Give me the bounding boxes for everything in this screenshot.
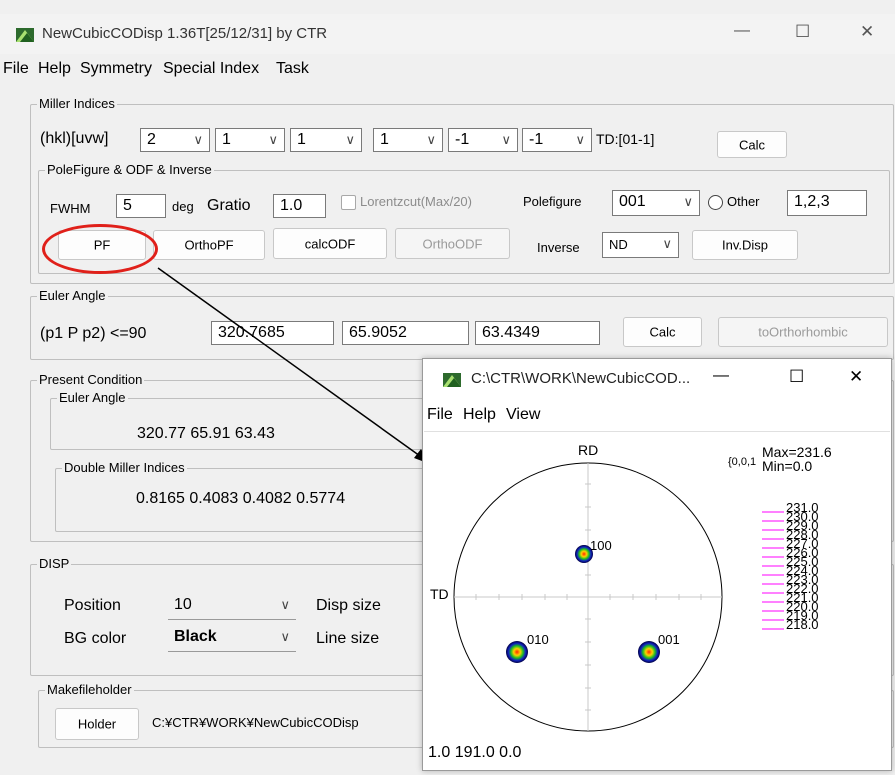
child-close-button[interactable]: ✕ <box>849 367 863 387</box>
min-label: Min=0.0 <box>762 458 813 474</box>
child-menu-view[interactable]: View <box>506 406 540 424</box>
td-label: TD <box>430 586 449 602</box>
child-maximize-button[interactable]: ☐ <box>789 367 804 387</box>
pole-label-001: 001 <box>658 632 680 647</box>
child-minimize-button[interactable]: — <box>713 367 729 385</box>
polefigure-window: C:\CTR\WORK\NewCubicCOD... — ☐ ✕ File He… <box>422 358 892 771</box>
child-menu-file[interactable]: File <box>427 406 453 424</box>
rd-label: RD <box>578 442 599 458</box>
pole-label-010: 010 <box>527 632 549 647</box>
legend-entry: 218.0 <box>786 617 819 632</box>
status-readout: 1.0 191.0 0.0 <box>428 744 522 761</box>
polefigure-plot <box>453 462 784 732</box>
child-app-icon <box>443 373 461 387</box>
child-menu-help[interactable]: Help <box>463 406 496 424</box>
pole-010 <box>506 641 528 663</box>
child-window-title: C:\CTR\WORK\NewCubicCOD... <box>471 370 691 387</box>
coord-label: {0,0,1 <box>728 456 757 468</box>
pole-001 <box>638 641 660 663</box>
polefigure-canvas: RD TD {0,0,1 Max=231.6 Min=0.0 100 010 0… <box>424 431 890 770</box>
pole-label-100: 100 <box>590 538 612 553</box>
